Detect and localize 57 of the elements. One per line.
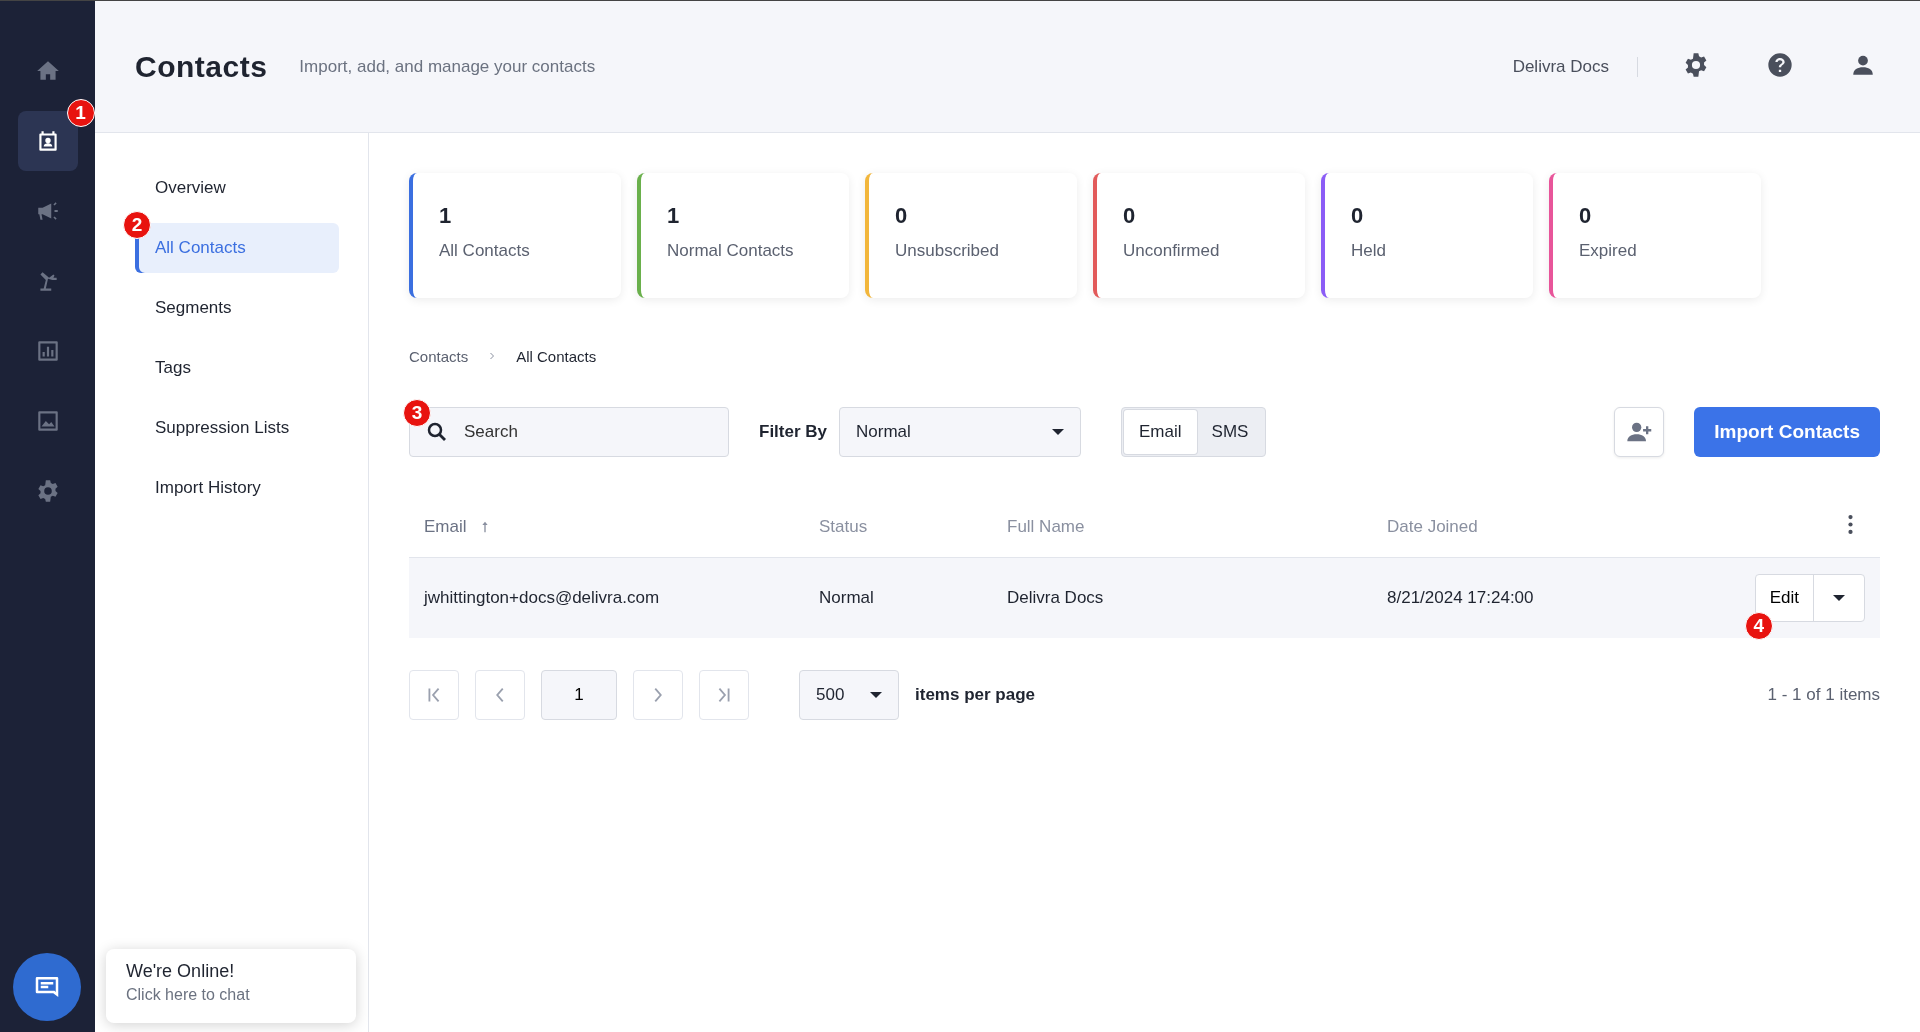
chat-subtitle: Click here to chat	[126, 986, 251, 1004]
stat-label: Held	[1351, 241, 1387, 261]
table-cell-text: Normal	[819, 588, 875, 608]
step-number-badge: 2	[123, 211, 151, 239]
table-row[interactable]: jwhittington+docs@delivra.com Normal Delivra Docs 8/21/2024 17:24:00 Edit 4	[409, 558, 1880, 638]
page-size-label: items per page	[915, 685, 1035, 705]
account-name: Delivra Docs	[1512, 56, 1638, 77]
table-cell-text: 8/21/2024 17:24:00	[1387, 588, 1535, 608]
step-number-badge: 3	[403, 399, 431, 427]
stat-count: 1	[439, 203, 453, 229]
column-header[interactable]: Email	[424, 517, 467, 537]
breadcrumb-item[interactable]: Contacts	[409, 348, 469, 365]
step-number-badge: 4	[1744, 612, 1773, 640]
stat-card[interactable]: 1 All Contacts	[409, 173, 621, 298]
stat-card[interactable]: 0 Held	[1321, 173, 1533, 298]
add-contact-button[interactable]	[1614, 407, 1665, 457]
breadcrumb-item: All Contacts	[516, 348, 597, 365]
stat-count: 0	[1123, 203, 1137, 229]
stat-label: Expired	[1579, 241, 1638, 261]
more-options-icon[interactable]	[1848, 515, 1853, 534]
stat-count: 1	[667, 203, 681, 229]
help-icon	[1766, 50, 1794, 79]
table-cell-text: Delivra Docs	[1007, 588, 1105, 608]
stat-label: Normal Contacts	[667, 241, 795, 261]
stat-count: 0	[1351, 203, 1365, 229]
stat-count: 0	[895, 203, 909, 229]
filter-label: Filter By	[759, 422, 828, 442]
caret-icon	[870, 692, 882, 698]
page-size-dropdown[interactable]: 500	[799, 670, 899, 720]
chat-popup[interactable]: We're Online! Click here to chat	[106, 949, 356, 1023]
section-nav-item[interactable]: Suppression Lists	[135, 403, 339, 453]
pagination-summary: 1 - 1 of 1 items	[1767, 685, 1880, 705]
chat-title: We're Online!	[126, 961, 236, 982]
stat-card[interactable]: 1 Normal Contacts	[637, 173, 849, 298]
channel-tab[interactable]: SMS	[1196, 410, 1264, 454]
page-subtitle: Import, add, and manage your contacts	[299, 56, 597, 77]
stat-count: 0	[1579, 203, 1593, 229]
stat-card[interactable]: 0 Unconfirmed	[1093, 173, 1305, 298]
caret-icon	[1833, 595, 1845, 601]
stat-card[interactable]: 0 Unsubscribed	[865, 173, 1077, 298]
filter-dropdown[interactable]: Normal	[839, 407, 1082, 457]
table-cell-text: jwhittington+docs@delivra.com	[424, 588, 661, 608]
section-nav-item[interactable]: Import History	[135, 463, 339, 513]
section-nav-item[interactable]: Tags	[135, 343, 339, 393]
sidebar-nav-button[interactable]	[17, 111, 78, 171]
section-nav-item[interactable]: Segments	[135, 283, 339, 333]
stat-card[interactable]: 0 Expired	[1549, 173, 1761, 298]
page-title: Contacts	[135, 49, 268, 84]
stat-label: Unsubscribed	[895, 241, 1000, 261]
import-contacts-button[interactable]: Import Contacts	[1694, 407, 1880, 457]
page-number-button[interactable]: 1	[541, 670, 617, 720]
step-number-badge: 1	[66, 99, 95, 127]
stat-label: All Contacts	[439, 241, 531, 261]
section-nav-item[interactable]: Overview	[135, 163, 339, 213]
stat-label: Unconfirmed	[1123, 241, 1221, 261]
channel-tab[interactable]: Email	[1124, 410, 1197, 454]
caret-icon	[1052, 429, 1065, 435]
